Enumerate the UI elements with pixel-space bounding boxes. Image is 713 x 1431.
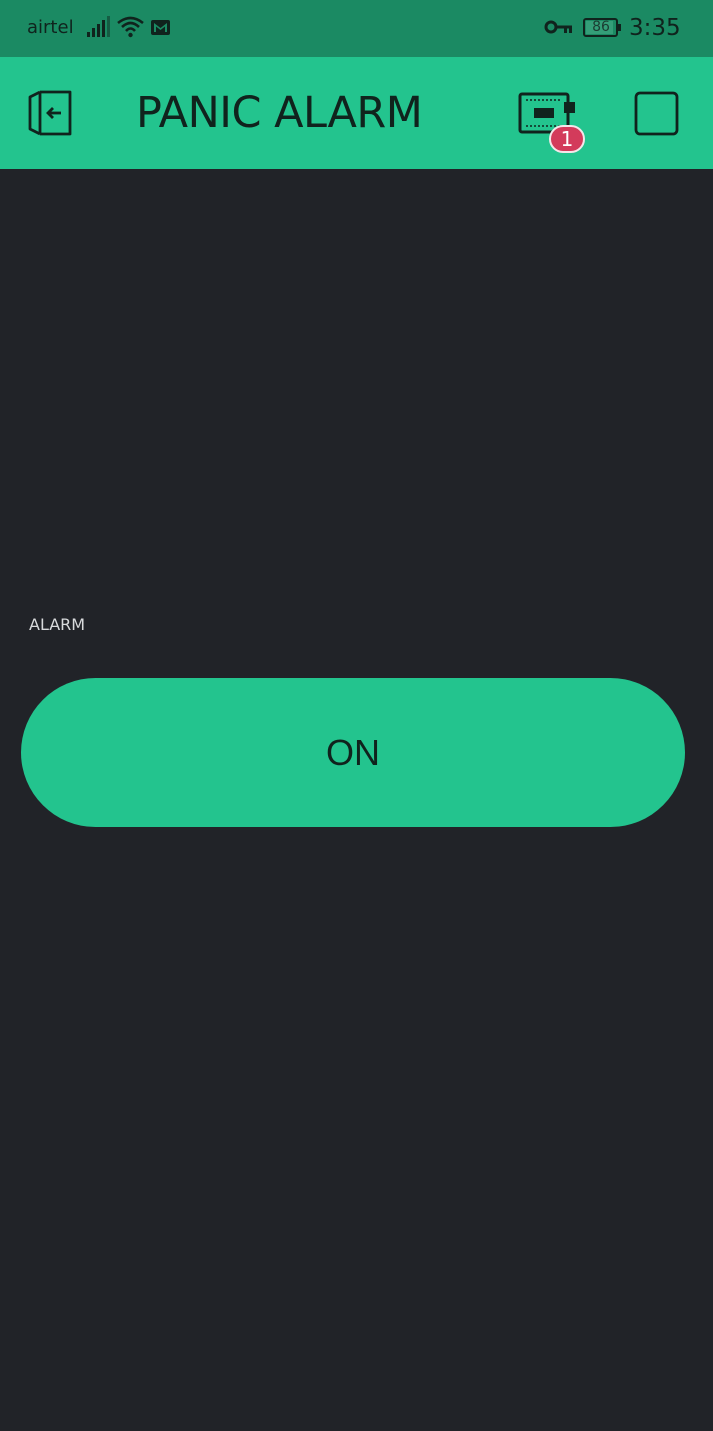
gmail-icon [151,20,170,35]
alarm-toggle-button[interactable]: ON [21,678,685,827]
signal-icon [87,16,110,37]
vpn-key-icon [544,20,572,34]
exit-icon[interactable] [25,90,72,136]
battery-icon: 86 [583,18,622,37]
widget-label: ALARM [29,615,86,634]
battery-level: 86 [592,19,610,35]
clock: 3:35 [629,15,681,41]
wifi-icon [117,16,144,38]
status-bar: airtel 86 3:35 [0,0,713,57]
alarm-button-label: ON [326,731,380,773]
notification-badge: 1 [549,125,585,153]
stop-icon[interactable] [634,91,679,136]
page-title: PANIC ALARM [136,88,423,138]
carrier-name: airtel [27,17,74,38]
